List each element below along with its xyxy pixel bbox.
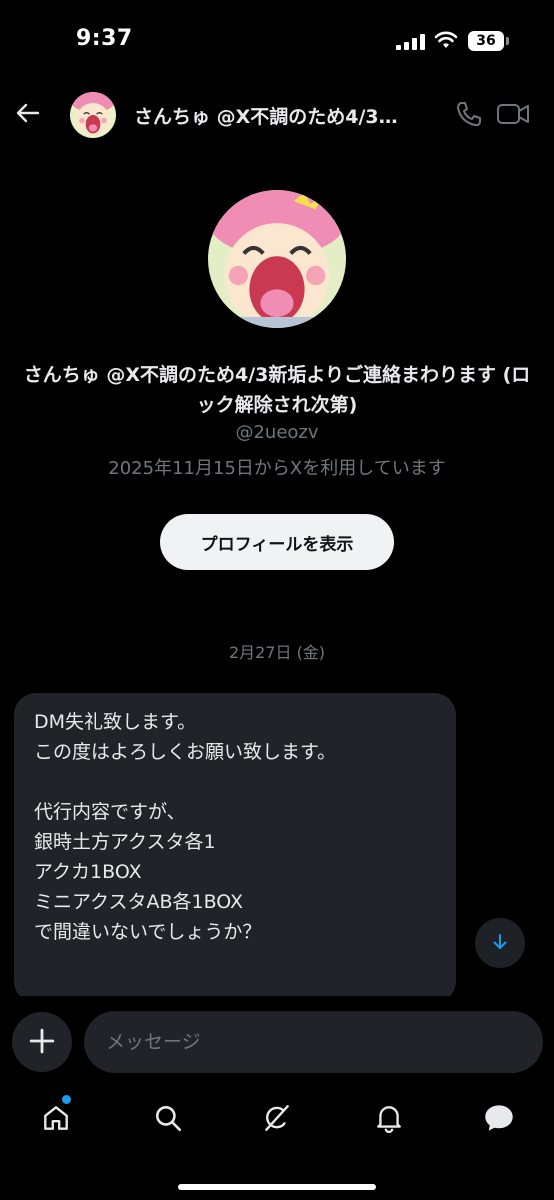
back-arrow-icon[interactable] [14,99,42,127]
tab-search[interactable] [146,1096,190,1140]
conversation-title[interactable]: さんちゅ @X不調のため4/3… [134,102,434,129]
view-profile-button[interactable]: プロフィールを表示 [160,514,394,570]
profile-name: さんちゅ @X不調のため4/3新垢よりご連絡まわります (ロック解除され次第) [23,364,531,416]
status-time: 9:37 [76,26,133,51]
home-icon [44,1106,68,1130]
grok-icon [265,1105,289,1131]
home-indicator [178,1184,376,1190]
battery-level: 36 [468,31,504,51]
notification-dot [62,1095,71,1104]
cellular-signal-icon [396,34,425,50]
add-attachment-button[interactable] [12,1012,72,1072]
tab-grok[interactable] [255,1096,299,1140]
wifi-icon [434,31,458,48]
arrow-down-icon [493,933,507,949]
plus-icon [29,1028,55,1053]
scroll-to-bottom-button[interactable] [475,918,525,968]
date-separator: 2月27日 (金) [228,643,326,662]
profile-handle: @2ueozv [235,422,319,443]
message-input[interactable] [84,1011,543,1073]
tab-messages[interactable] [477,1096,521,1140]
tab-home[interactable] [34,1096,78,1140]
profile-avatar[interactable] [208,190,346,328]
header-avatar[interactable] [70,92,116,138]
message-text: DM失礼致します。 この度はよろしくお願い致します。 代行内容ですが、 銀時土方… [34,711,337,943]
bell-icon [377,1106,401,1133]
message-bubble[interactable]: DM失礼致します。 この度はよろしくお願い致します。 代行内容ですが、 銀時土方… [14,693,456,1003]
phone-icon[interactable] [455,100,483,128]
joined-date: 2025年11月15日からXを利用しています [108,458,446,479]
search-icon [156,1106,182,1132]
video-call-icon[interactable] [496,100,530,128]
battery-icon: 36 [468,31,510,51]
messages-icon [485,1105,513,1131]
tab-notifications[interactable] [367,1096,411,1140]
